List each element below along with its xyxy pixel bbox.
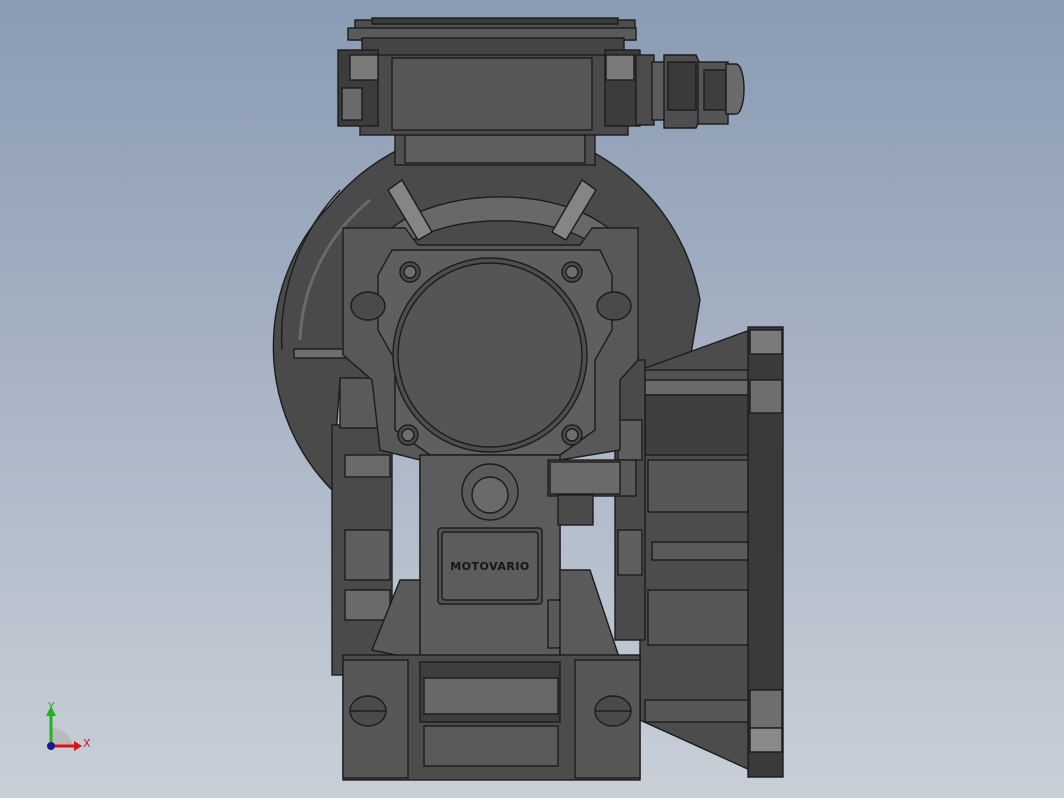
y-axis-label: Y bbox=[47, 700, 55, 713]
graphics-viewport[interactable]: MOTOVARIO Y X bbox=[0, 0, 1064, 798]
x-axis-label: X bbox=[83, 737, 91, 750]
coordinate-triad: Y X bbox=[46, 700, 91, 751]
nameplate-text: MOTOVARIO bbox=[450, 560, 530, 573]
triad-origin bbox=[47, 742, 55, 750]
nameplate: MOTOVARIO bbox=[437, 527, 543, 605]
x-axis-arrowhead bbox=[74, 741, 82, 751]
mounting-foot bbox=[342, 654, 641, 781]
terminal-box bbox=[337, 17, 745, 166]
output-flange bbox=[639, 326, 784, 778]
gear-motor-model[interactable]: MOTOVARIO Y X bbox=[0, 0, 1064, 798]
